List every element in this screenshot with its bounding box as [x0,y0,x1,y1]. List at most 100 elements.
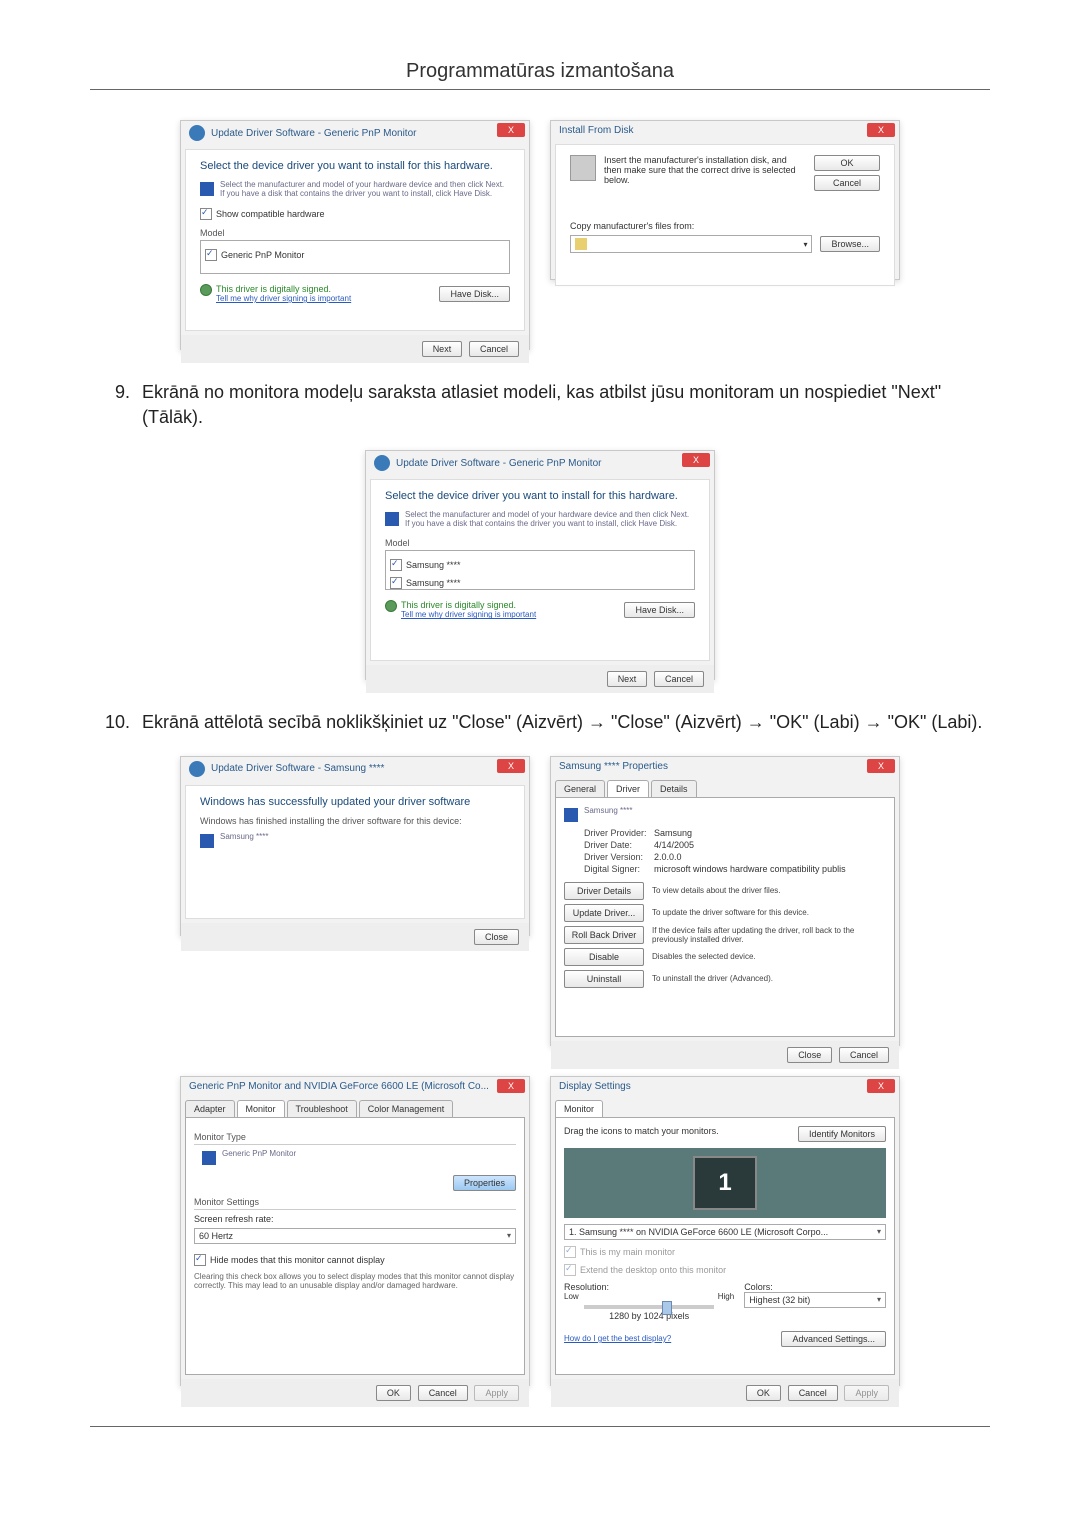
next-button[interactable]: Next [607,671,648,687]
extend-desktop-label: Extend the desktop onto this monitor [580,1265,726,1275]
close-icon[interactable]: X [497,123,525,137]
close-icon[interactable]: X [682,453,710,467]
rollback-driver-button[interactable]: Roll Back Driver [564,926,644,944]
cancel-button[interactable]: Cancel [469,341,519,357]
resolution-value: 1280 by 1024 pixels [564,1311,734,1321]
signer-label: Digital Signer: [584,864,654,874]
screenshot-install-from-disk: X Install From Disk Insert the manufactu… [550,120,900,280]
model-list[interactable]: Samsung **** Samsung **** [385,550,695,590]
show-compatible-checkbox[interactable] [200,208,212,220]
close-icon[interactable]: X [497,1079,525,1093]
ok-button[interactable]: OK [814,155,880,171]
model-item-checkbox[interactable] [205,249,217,261]
refresh-rate-dropdown[interactable]: 60 Hertz ▾ [194,1228,516,1244]
window-title: Update Driver Software - Generic PnP Mon… [211,128,416,139]
update-driver-button[interactable]: Update Driver... [564,904,644,922]
window-title: Generic PnP Monitor and NVIDIA GeForce 6… [189,1081,489,1092]
main-monitor-checkbox [564,1246,576,1258]
close-icon[interactable]: X [497,759,525,773]
step-number-9: 9. [90,380,142,430]
screenshot-device-properties: X Samsung **** Properties General Driver… [550,756,900,1046]
divider-top [90,89,990,90]
have-disk-button[interactable]: Have Disk... [624,602,695,618]
hide-modes-checkbox[interactable] [194,1254,206,1266]
close-button[interactable]: Close [787,1047,832,1063]
dropdown-arrow-icon[interactable]: ▾ [803,240,807,249]
close-icon[interactable]: X [867,1079,895,1093]
identify-monitors-button[interactable]: Identify Monitors [798,1126,886,1142]
back-arrow-icon[interactable] [189,125,205,141]
have-disk-button[interactable]: Have Disk... [439,286,510,302]
resolution-slider[interactable] [584,1305,714,1309]
uninstall-button[interactable]: Uninstall [564,970,644,988]
tab-general[interactable]: General [555,780,605,797]
step-text-9: Ekrānā no monitora modeļu saraksta atlas… [142,380,990,430]
tab-details[interactable]: Details [651,780,697,797]
model-item: Samsung **** [406,560,461,570]
best-display-link[interactable]: How do I get the best display? [564,1334,671,1343]
model-item-checkbox[interactable] [390,559,402,571]
window-title: Update Driver Software - Generic PnP Mon… [396,458,601,469]
cancel-button[interactable]: Cancel [788,1385,838,1401]
device-name: Samsung **** [220,832,268,848]
high-label: High [718,1292,734,1301]
browse-button[interactable]: Browse... [820,236,880,252]
advanced-settings-button[interactable]: Advanced Settings... [781,1331,886,1347]
cancel-button[interactable]: Cancel [654,671,704,687]
signed-label: This driver is digitally signed. [401,600,536,610]
shield-icon [385,600,397,612]
tab-troubleshoot[interactable]: Troubleshoot [287,1100,357,1117]
model-item-checkbox[interactable] [390,577,402,589]
ok-button[interactable]: OK [746,1385,781,1401]
slider-thumb[interactable] [662,1301,672,1315]
provider-value: Samsung [654,828,692,838]
tab-driver[interactable]: Driver [607,780,649,797]
update-driver-desc: To update the driver software for this d… [652,908,886,917]
properties-button[interactable]: Properties [453,1175,516,1191]
chip-icon [200,182,214,196]
back-arrow-icon[interactable] [374,455,390,471]
driver-details-button[interactable]: Driver Details [564,882,644,900]
signing-link[interactable]: Tell me why driver signing is important [401,610,536,619]
wizard-heading: Select the device driver you want to ins… [200,160,510,172]
colors-dropdown[interactable]: Highest (32 bit) ▾ [744,1292,886,1308]
monitor-settings-label: Monitor Settings [194,1197,516,1210]
screenshot-update-driver-2: X Update Driver Software - Generic PnP M… [365,450,715,680]
close-icon[interactable]: X [867,123,895,137]
wizard-heading: Windows has successfully updated your dr… [200,796,510,808]
tab-color-management[interactable]: Color Management [359,1100,454,1117]
monitor-select-dropdown[interactable]: 1. Samsung **** on NVIDIA GeForce 6600 L… [564,1224,886,1240]
cancel-button[interactable]: Cancel [814,175,880,191]
signing-link[interactable]: Tell me why driver signing is important [216,294,351,303]
signer-value: microsoft windows hardware compatibility… [654,864,846,874]
monitor-arrangement[interactable]: 1 [564,1148,886,1218]
close-icon[interactable]: X [867,759,895,773]
next-button[interactable]: Next [422,341,463,357]
hide-modes-label: Hide modes that this monitor cannot disp… [210,1255,385,1265]
model-list[interactable]: Generic PnP Monitor [200,240,510,274]
monitor-1-icon[interactable]: 1 [693,1156,757,1210]
rollback-driver-desc: If the device fails after updating the d… [652,926,886,944]
cancel-button[interactable]: Cancel [839,1047,889,1063]
date-value: 4/14/2005 [654,840,694,850]
tab-adapter[interactable]: Adapter [185,1100,235,1117]
screenshot-update-driver-1: X Update Driver Software - Generic PnP M… [180,120,530,350]
path-input[interactable]: ▾ [570,235,812,253]
apply-button: Apply [474,1385,519,1401]
tab-monitor[interactable]: Monitor [237,1100,285,1117]
folder-icon [575,238,587,250]
refresh-rate-value: 60 Hertz [199,1231,233,1241]
signed-label: This driver is digitally signed. [216,284,351,294]
apply-button: Apply [844,1385,889,1401]
wizard-note: Select the manufacturer and model of you… [405,510,695,528]
disable-button[interactable]: Disable [564,948,644,966]
floppy-icon [570,155,596,181]
low-label: Low [564,1292,579,1301]
tab-monitor[interactable]: Monitor [555,1100,603,1117]
model-item: Samsung **** [406,578,461,588]
cancel-button[interactable]: Cancel [418,1385,468,1401]
page-title: Programmatūras izmantošana [90,60,990,83]
ok-button[interactable]: OK [376,1385,411,1401]
close-button[interactable]: Close [474,929,519,945]
install-instruction: Insert the manufacturer's installation d… [604,155,802,191]
